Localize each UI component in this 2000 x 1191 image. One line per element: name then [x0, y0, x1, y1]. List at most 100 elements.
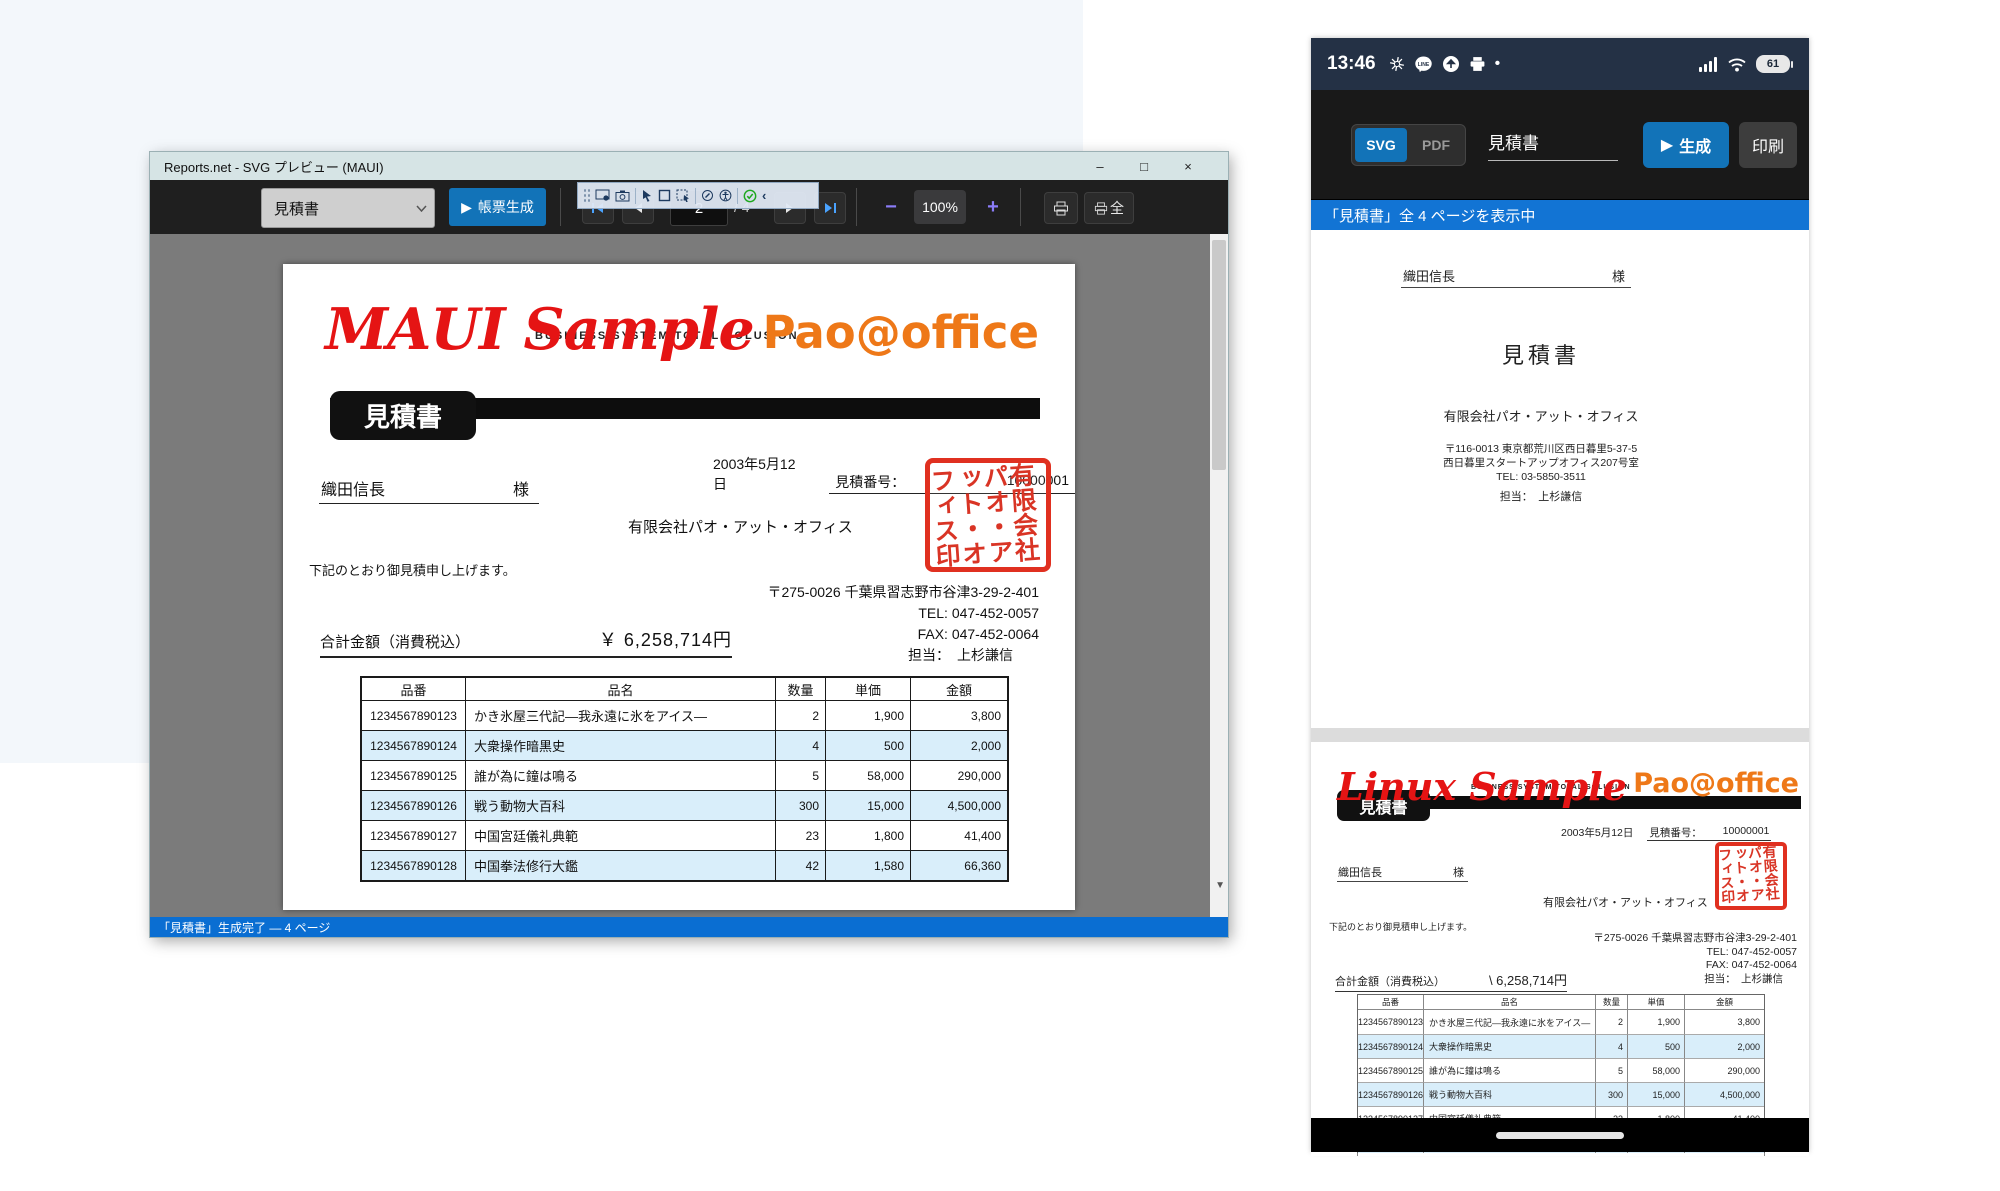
- table-row: 1234567890126 戦う動物大百科 300 15,000 4,500,0…: [1358, 1082, 1764, 1106]
- upload-circle-icon: [1442, 55, 1460, 73]
- report-name-input[interactable]: 見積書: [1488, 129, 1618, 161]
- table-row-partial: [1357, 1153, 1765, 1156]
- svg-text:LINE: LINE: [1417, 61, 1429, 67]
- invoice-table: 品番 品名 数量 単価 金額 1234567890123 かき氷屋三代記―我永遠…: [360, 676, 1009, 882]
- postal-address: 〒275-0026 千葉県習志野市谷津3-29-2-401: [767, 582, 1039, 603]
- window-title: Reports.net - SVG プレビュー (MAUI): [150, 157, 384, 176]
- date-quote-row: 2003年5月12日 見積番号： 10000001: [1561, 825, 1771, 841]
- notification-dot-icon: •: [1495, 55, 1501, 73]
- gesture-navigation-bar: [1311, 1118, 1809, 1152]
- accessibility-icon[interactable]: [719, 189, 732, 202]
- report-select[interactable]: 見積書: [261, 188, 435, 228]
- table-header-row: 品番 品名 数量 単価 金額: [1358, 995, 1764, 1010]
- screen-record-icon[interactable]: [595, 189, 610, 202]
- format-toggle-group: SVG PDF: [1351, 124, 1466, 166]
- scrollbar-thumb[interactable]: [1212, 240, 1226, 470]
- company-name: 有限会社パオ・アット・オフィス: [1311, 406, 1771, 425]
- window-titlebar: Reports.net - SVG プレビュー (MAUI) – □ ×: [150, 152, 1228, 180]
- screenshot-canvas: Reports.net - SVG プレビュー (MAUI) – □ × 見積書…: [0, 0, 2000, 1191]
- preview-area: MAUI Sample BUSINESS SYSTEM TOTAL SOLUSI…: [150, 234, 1228, 917]
- table-row: 1234567890124 大衆操作暗黒史 4 500 2,000: [362, 730, 1007, 760]
- fax: FAX: 047-452-0064: [767, 624, 1039, 645]
- manager: 担当： 上杉謙信: [767, 645, 1039, 666]
- camera-icon[interactable]: [615, 190, 630, 202]
- total-amount-line: 合計金額（消費税込） \ 6,258,714円: [1335, 970, 1567, 992]
- toolbar-divider: [1020, 188, 1021, 226]
- company-name: 有限会社パオ・アット・オフィス: [1543, 894, 1708, 910]
- doc-title-badge: 見積書: [330, 391, 476, 440]
- vertical-scrollbar[interactable]: ▼: [1210, 234, 1228, 917]
- pao-office-logo: Pao@office: [763, 306, 1039, 359]
- mobile-generate-button[interactable]: ▶ 生成: [1643, 122, 1729, 168]
- data-saver-icon: [1389, 56, 1405, 72]
- annotate-icon[interactable]: [701, 189, 714, 202]
- close-button[interactable]: ×: [1166, 152, 1210, 180]
- capture-toolbar-divider: [635, 188, 636, 204]
- play-icon: ▶: [1661, 135, 1673, 155]
- cursor-select-icon[interactable]: [641, 189, 653, 202]
- tab-svg[interactable]: SVG: [1355, 128, 1407, 162]
- table-row: 1234567890123 かき氷屋三代記―我永遠に氷をアイス― 2 1,900…: [1358, 1010, 1764, 1034]
- table-row: 1234567890127 中国宮廷儀礼典範 23 1,800 41,400: [362, 820, 1007, 850]
- confirm-check-icon[interactable]: [743, 189, 757, 203]
- wifi-icon: [1727, 57, 1747, 72]
- print-button[interactable]: [1044, 192, 1078, 224]
- table-row: 1234567890126 戦う動物大百科 300 15,000 4,500,0…: [362, 790, 1007, 820]
- scroll-down-arrow[interactable]: ▼: [1215, 880, 1225, 891]
- tel: TEL: 047-452-0057: [767, 603, 1039, 624]
- customer-name-line: 織田信長 様: [1337, 864, 1468, 882]
- customer-name-line: 織田信長 様: [319, 476, 539, 504]
- region-select-icon[interactable]: [658, 189, 671, 202]
- mobile-status-bar: 13:46 LINE • 61: [1311, 38, 1809, 90]
- page-separator: [1311, 728, 1809, 742]
- mobile-screenshot: 13:46 LINE • 61 SVG PDF: [1311, 38, 1809, 1152]
- table-row: 1234567890125 誰が為に鐘は鳴る 5 58,000 290,000: [1358, 1058, 1764, 1082]
- watermark-text: Linux Sample: [1337, 764, 1627, 809]
- report-select-value: 見積書: [262, 198, 408, 219]
- maximize-button[interactable]: □: [1122, 152, 1166, 180]
- capture-overlay-toolbar: ‹: [577, 182, 819, 209]
- mobile-print-button[interactable]: 印刷: [1739, 122, 1797, 168]
- drag-handle-icon[interactable]: [583, 188, 590, 204]
- customer-name-line: 織田信長 様: [1401, 266, 1631, 288]
- table-body: 1234567890123 かき氷屋三代記―我永遠に氷をアイス― 2 1,900…: [362, 700, 1007, 880]
- table-header-row: 品番 品名 数量 単価 金額: [362, 678, 1007, 700]
- play-icon: ▶: [461, 199, 472, 216]
- zoom-level: 100%: [914, 190, 966, 224]
- cell-signal-icon: [1699, 57, 1718, 72]
- capture-toolbar-divider: [737, 188, 738, 204]
- company-seal-stamp: 有限会社パオ・アット・オフィス印: [1715, 842, 1787, 910]
- doc-title: 見積書: [1311, 338, 1771, 370]
- mobile-document-page-2: Linux Sample BUSINESS SYSTEM TOTAL SOLUS…: [1311, 742, 1809, 1156]
- table-row: 1234567890124 大衆操作暗黒史 4 500 2,000: [1358, 1034, 1764, 1058]
- table-row: 1234567890125 誰が為に鐘は鳴る 5 58,000 290,000: [362, 760, 1007, 790]
- manager: 担当： 上杉謙信: [1311, 488, 1771, 504]
- tab-pdf[interactable]: PDF: [1410, 128, 1462, 162]
- print-notification-icon: [1469, 56, 1486, 72]
- generate-report-button[interactable]: ▶ 帳票生成: [449, 188, 546, 226]
- minimize-button[interactable]: –: [1078, 152, 1122, 180]
- watermark-text: MAUI Sample: [325, 296, 754, 363]
- print-all-label: 全: [1110, 198, 1124, 218]
- company-seal-stamp: 有限会社パオ・アット・オフィス印: [925, 458, 1051, 572]
- zoom-in-button[interactable]: +: [978, 192, 1008, 222]
- chevron-down-icon: [408, 205, 434, 212]
- battery-percent: 61: [1756, 55, 1790, 73]
- freeform-select-icon[interactable]: [676, 189, 690, 202]
- table-row: 1234567890128 中国拳法修行大鑑 42 1,580 66,360: [362, 850, 1007, 880]
- company-name: 有限会社パオ・アット・オフィス: [628, 516, 853, 537]
- battery-icon: 61: [1756, 55, 1793, 73]
- status-bar: 「見積書」生成完了 — 4 ページ: [150, 917, 1228, 937]
- toolbar-divider: [560, 188, 561, 226]
- pao-office-logo: Pao@office: [1633, 768, 1799, 799]
- company-address-block: 〒116-0013 東京都荒川区西日暮里5-37-5 西日暮里スタートアップオフ…: [1311, 442, 1771, 485]
- mobile-info-banner: 「見積書」全 4 ページを表示中: [1311, 200, 1809, 230]
- print-all-button[interactable]: 全: [1084, 192, 1134, 224]
- greeting-text: 下記のとおり御見積申し上げます。: [309, 560, 516, 579]
- document-page: MAUI Sample BUSINESS SYSTEM TOTAL SOLUSI…: [283, 264, 1075, 910]
- collapse-chevron-icon[interactable]: ‹: [762, 188, 766, 203]
- capture-toolbar-divider: [695, 188, 696, 204]
- issue-date: 2003年5月12日: [713, 454, 803, 494]
- zoom-out-button[interactable]: −: [876, 192, 906, 222]
- home-pill[interactable]: [1496, 1132, 1624, 1139]
